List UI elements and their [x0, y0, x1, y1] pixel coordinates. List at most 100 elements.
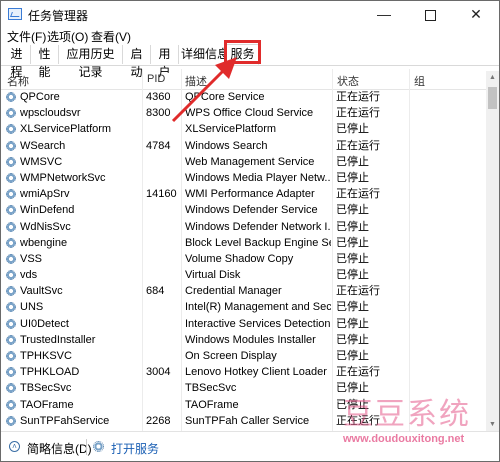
- service-status: 已停止: [336, 236, 369, 249]
- service-name: TrustedInstaller: [20, 333, 96, 346]
- tab-performance[interactable]: 性能: [31, 45, 59, 79]
- service-gear-icon: [6, 270, 16, 281]
- service-status: 正在运行: [336, 107, 380, 120]
- service-pid: 2268: [146, 414, 171, 427]
- column-header-description[interactable]: 描述: [185, 73, 207, 89]
- table-row[interactable]: XLServicePlatform XLServicePlatform 已停止: [1, 121, 486, 137]
- service-gear-icon: [6, 205, 16, 216]
- service-name: wmiApSrv: [20, 188, 70, 201]
- service-gear-icon: [6, 318, 16, 329]
- table-row[interactable]: QPCore 4360 QPCore Service 正在运行: [1, 89, 486, 105]
- service-name: TAOFrame: [20, 398, 74, 411]
- tab-processes[interactable]: 进程: [3, 45, 31, 79]
- service-status: 已停止: [336, 123, 369, 136]
- service-name: WdNisSvc: [20, 220, 71, 233]
- service-description: WMI Performance Adapter: [185, 188, 315, 201]
- fewer-details-button[interactable]: 简略信息(D): [27, 440, 92, 457]
- service-status: 已停止: [336, 155, 369, 168]
- service-name: TPHKLOAD: [20, 366, 80, 379]
- table-row[interactable]: WSearch 4784 Windows Search 正在运行: [1, 138, 486, 154]
- close-button[interactable]: ✕: [453, 1, 499, 27]
- tab-details[interactable]: 详细信息: [179, 45, 225, 64]
- service-status: 正在运行: [336, 139, 380, 152]
- table-row[interactable]: WMSVC Web Management Service 已停止: [1, 154, 486, 170]
- service-status: 已停止: [336, 301, 369, 314]
- table-row[interactable]: WdNisSvc Windows Defender Network I... 已停止: [1, 219, 486, 235]
- service-pid: 4360: [146, 91, 171, 103]
- table-row[interactable]: VaultSvc 684 Credential Manager 正在运行: [1, 283, 486, 299]
- watermark-title: 豆豆系统: [343, 397, 471, 432]
- service-status: 正在运行: [336, 285, 380, 298]
- service-gear-icon: [6, 140, 16, 151]
- table-row[interactable]: wbengine Block Level Backup Engine Se... 已…: [1, 235, 486, 251]
- service-gear-icon: [6, 351, 16, 361]
- services-list: QPCore 4360 QPCore Service 正在运行 wpscloudsvr 8…: [1, 89, 486, 429]
- service-status: 已停止: [336, 252, 369, 265]
- scroll-down-icon[interactable]: ▼: [486, 418, 499, 431]
- service-name: VaultSvc: [20, 285, 63, 298]
- service-gear-icon: [6, 124, 16, 135]
- menu-view[interactable]: 查看(V): [91, 28, 131, 45]
- table-row[interactable]: WMPNetworkSvc Windows Media Player Netw..…: [1, 170, 486, 186]
- service-description: Windows Defender Service: [185, 204, 318, 217]
- table-row[interactable]: TPHKLOAD 3004 Lenovo Hotkey Client Loader 正…: [1, 364, 486, 380]
- service-status: 已停止: [336, 317, 369, 330]
- vertical-scrollbar[interactable]: ▲ ▼: [486, 71, 499, 431]
- scroll-thumb[interactable]: [488, 87, 497, 109]
- maximize-button[interactable]: [407, 1, 453, 27]
- service-name: WMSVC: [20, 155, 63, 168]
- service-status: 正在运行: [336, 91, 380, 103]
- service-status: 已停止: [336, 171, 369, 184]
- table-row[interactable]: TPHKSVC On Screen Display 已停止: [1, 348, 486, 364]
- column-header-status[interactable]: 状态: [337, 73, 359, 89]
- service-gear-icon: [6, 334, 16, 345]
- service-name: wpscloudsvr: [20, 107, 81, 120]
- service-status: 已停止: [336, 350, 369, 362]
- tab-users[interactable]: 用户: [151, 45, 179, 79]
- service-gear-icon: [6, 367, 16, 378]
- service-description: Interactive Services Detection: [185, 317, 331, 330]
- service-pid: 4784: [146, 139, 171, 152]
- service-gear-icon: [6, 92, 16, 102]
- table-row[interactable]: wpscloudsvr 8300 WPS Office Cloud Service 正…: [1, 105, 486, 121]
- service-name: TBSecSvc: [20, 382, 72, 395]
- chevron-up-icon[interactable]: ˄: [9, 441, 20, 452]
- menu-options[interactable]: 选项(O): [47, 28, 88, 45]
- scroll-up-icon[interactable]: ▲: [486, 71, 499, 84]
- table-row[interactable]: TrustedInstaller Windows Modules Installe…: [1, 332, 486, 348]
- tab-app-history[interactable]: 应用历史记录: [59, 45, 123, 79]
- table-row[interactable]: UNS Intel(R) Management and Sec... 已停止: [1, 299, 486, 315]
- column-header-pid[interactable]: PID: [147, 73, 165, 85]
- service-name: WSearch: [20, 139, 66, 152]
- table-row[interactable]: VSS Volume Shadow Copy 已停止: [1, 251, 486, 267]
- table-row[interactable]: UI0Detect Interactive Services Detection 已…: [1, 316, 486, 332]
- table-row[interactable]: WinDefend Windows Defender Service 已停止: [1, 202, 486, 218]
- watermark-url: www.doudouxitong.net: [343, 433, 465, 445]
- service-status: 正在运行: [336, 188, 380, 201]
- table-header: 名称 PID 描述 状态 组: [1, 71, 486, 90]
- service-description: SunTPFah Caller Service: [185, 414, 310, 427]
- service-description: Credential Manager: [185, 285, 282, 298]
- service-gear-icon: [6, 415, 16, 426]
- service-description: TBSecSvc: [185, 382, 237, 395]
- service-gear-icon: [6, 221, 16, 232]
- column-header-name[interactable]: 名称: [7, 73, 29, 89]
- task-manager-window: 任务管理器 — ✕ 文件(F) 选项(O) 查看(V) 进程 性能 应用历史记录…: [0, 0, 500, 462]
- title-bar[interactable]: 任务管理器 — ✕: [1, 1, 499, 27]
- service-description: Block Level Backup Engine Se...: [185, 236, 331, 249]
- open-services-link[interactable]: 打开服务: [111, 440, 159, 457]
- minimize-button[interactable]: —: [361, 1, 407, 27]
- service-description: QPCore Service: [185, 91, 265, 103]
- column-header-group[interactable]: 组: [414, 73, 425, 89]
- service-description: On Screen Display: [185, 350, 277, 362]
- table-row[interactable]: vds Virtual Disk 已停止: [1, 267, 486, 283]
- menu-file[interactable]: 文件(F): [7, 28, 46, 45]
- tab-startup[interactable]: 启动: [123, 45, 151, 79]
- table-row[interactable]: wmiApSrv 14160 WMI Performance Adapter 正在运行: [1, 186, 486, 202]
- service-gear-icon: [6, 383, 16, 394]
- service-name: SunTPFahService: [20, 414, 110, 427]
- service-name: UI0Detect: [20, 317, 69, 330]
- service-pid: 14160: [146, 188, 177, 201]
- service-gear-icon: [6, 399, 16, 410]
- service-gear-icon: [6, 172, 16, 183]
